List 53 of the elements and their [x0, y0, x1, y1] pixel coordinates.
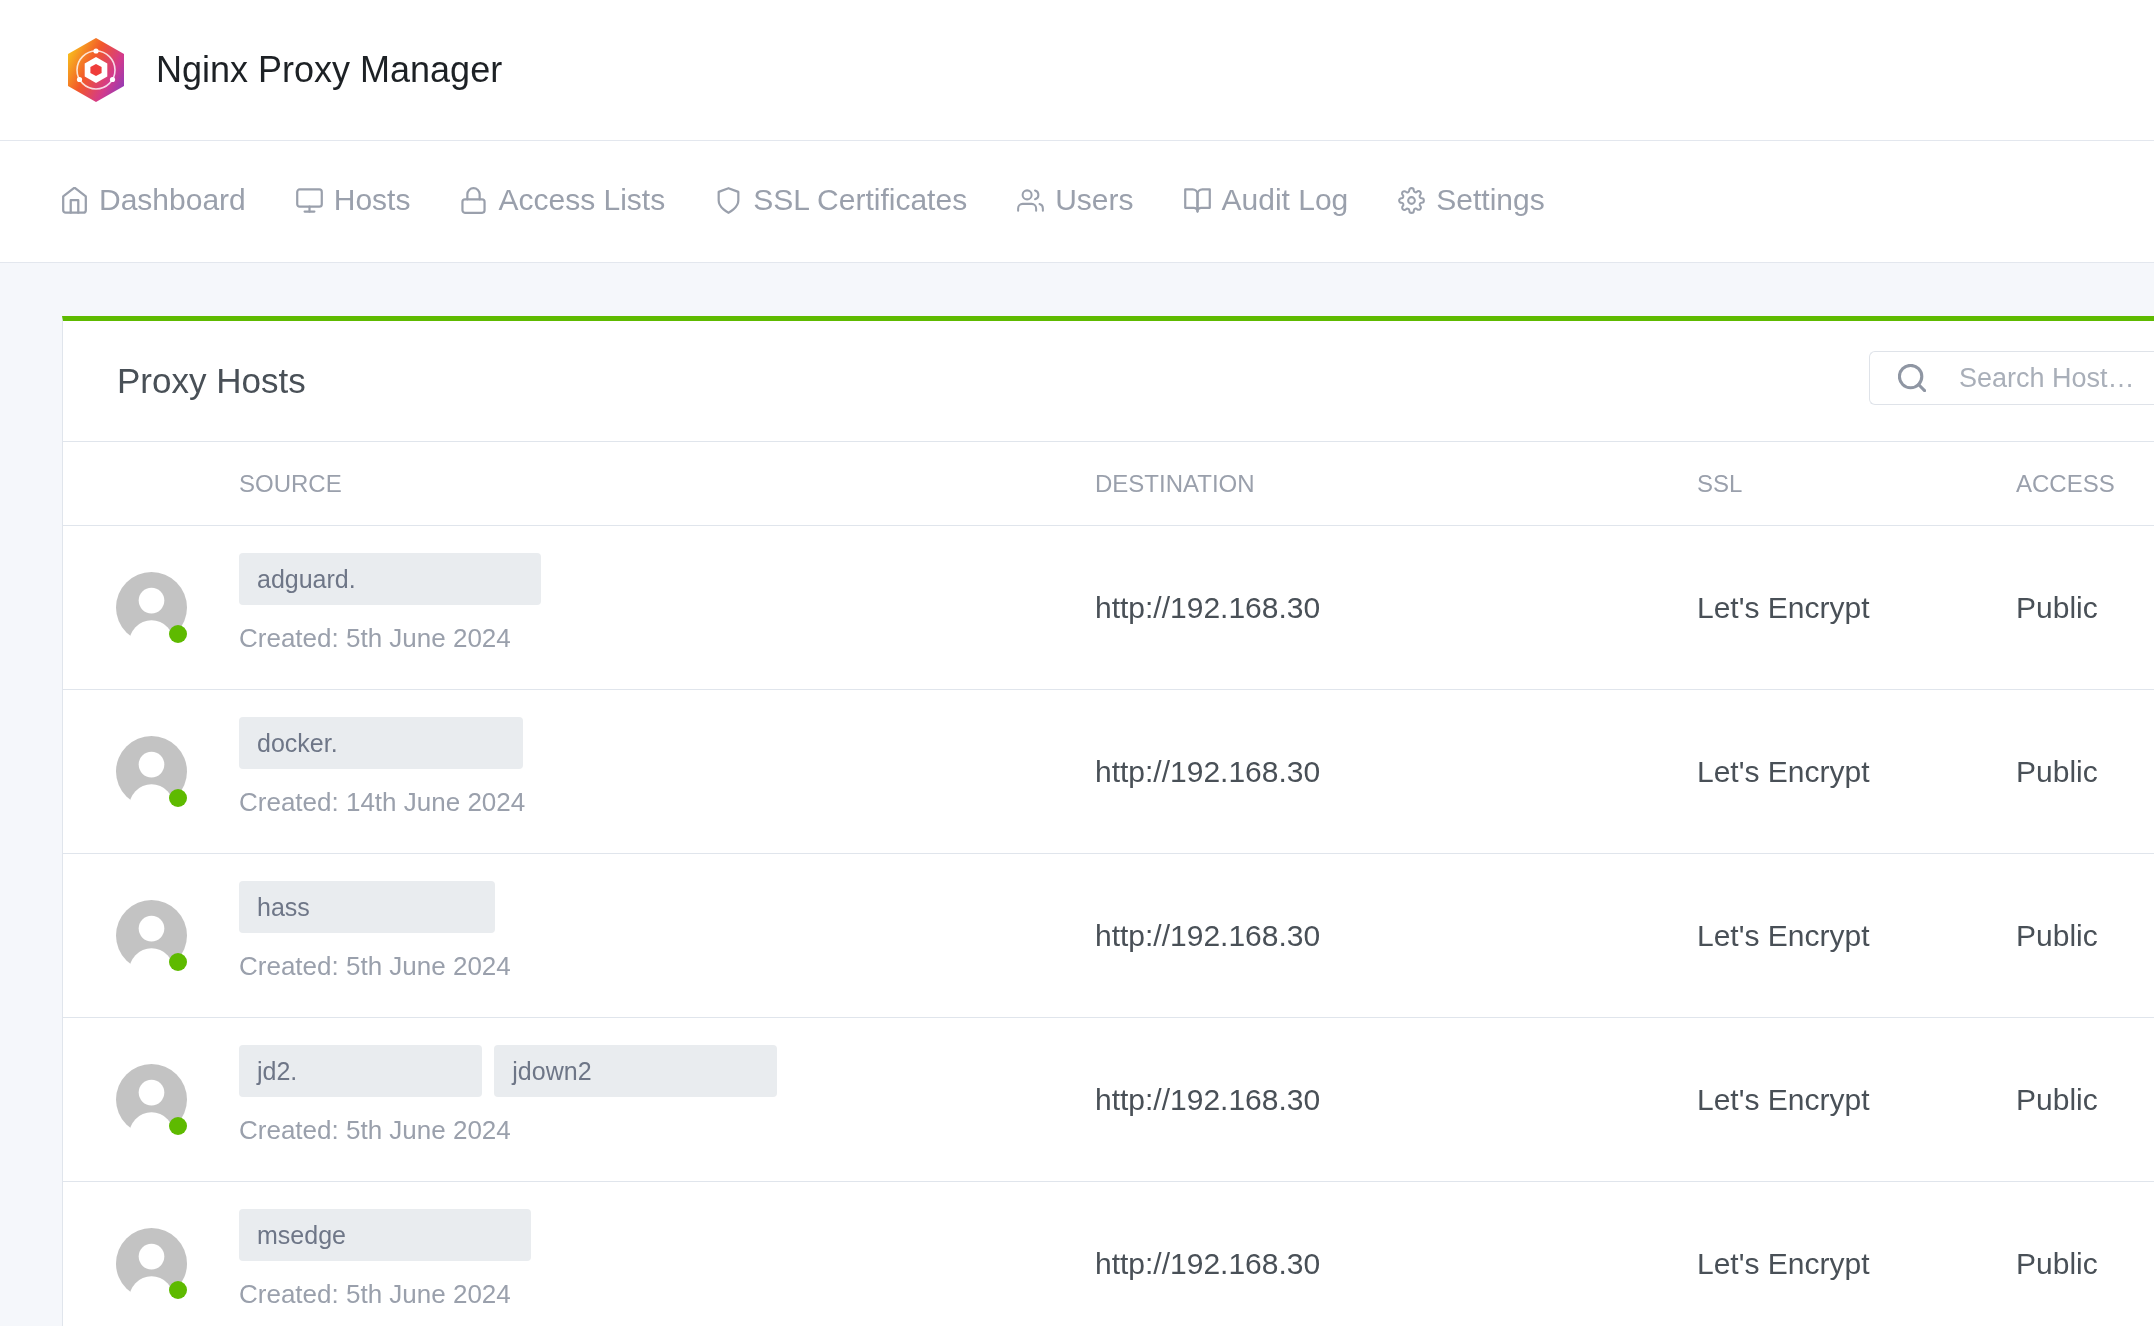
ssl-cell: Let's Encrypt [1697, 754, 1870, 789]
domain-tag: jdown2 [494, 1045, 777, 1097]
destination-cell: http://192.168.30 [1095, 754, 1321, 789]
domain-tag: docker. [239, 717, 523, 769]
domain-tag: jd2. [239, 1045, 483, 1097]
settings-icon [1398, 186, 1426, 214]
card-title: Proxy Hosts [117, 361, 306, 401]
search-field[interactable]: Search Host… [1869, 351, 2154, 405]
ssl-cell: Let's Encrypt [1697, 1246, 1870, 1281]
app-title: Nginx Proxy Manager [156, 49, 503, 91]
destination-cell: http://192.168.30 [1095, 1082, 1321, 1117]
created-date: Created: 5th June 2024 [239, 623, 511, 653]
hexagon-logo-icon [66, 38, 126, 102]
access-cell: Public [2016, 918, 2098, 953]
domain-tag: adguard. [239, 553, 541, 605]
avatar-icon [116, 900, 187, 971]
search-icon [1898, 364, 1926, 392]
nav-link[interactable]: SSL Certificates [715, 175, 968, 228]
access-cell: Public [2016, 590, 2098, 625]
ssl-cell: Let's Encrypt [1697, 590, 1870, 625]
nav-link[interactable]: Dashboard [61, 175, 246, 228]
nav-link[interactable]: Hosts [295, 175, 411, 228]
lock-icon [460, 186, 488, 214]
column-header: SSL [1697, 469, 1743, 498]
avatar-icon [116, 1228, 187, 1299]
open-book-icon [1183, 186, 1211, 214]
users-icon [1017, 186, 1045, 214]
destination-cell: http://192.168.30 [1095, 1246, 1321, 1281]
ssl-cell: Let's Encrypt [1697, 918, 1870, 953]
column-header: SOURCE [239, 469, 342, 498]
domain-tag: hass [239, 881, 495, 933]
avatar-icon [116, 572, 187, 643]
destination-cell: http://192.168.30 [1095, 590, 1321, 625]
nav-link[interactable]: Settings [1398, 175, 1545, 228]
created-date: Created: 5th June 2024 [239, 1115, 511, 1145]
domain-tag: msedge [239, 1209, 531, 1261]
access-cell: Public [2016, 754, 2098, 789]
created-date: Created: 5th June 2024 [239, 951, 511, 981]
home-icon [61, 186, 88, 214]
column-header: DESTINATION [1095, 469, 1255, 498]
nav-link[interactable]: Audit Log [1183, 175, 1349, 228]
access-cell: Public [2016, 1082, 2098, 1117]
column-header: ACCESS [2016, 469, 2115, 498]
ssl-cell: Let's Encrypt [1697, 1082, 1870, 1117]
avatar-icon [116, 736, 187, 807]
monitor-icon [295, 186, 323, 214]
destination-cell: http://192.168.30 [1095, 918, 1321, 953]
avatar-icon [116, 1064, 187, 1135]
nav-link[interactable]: Access Lists [460, 175, 666, 228]
nav-link[interactable]: Users [1017, 175, 1134, 228]
created-date: Created: 5th June 2024 [239, 1279, 511, 1309]
access-cell: Public [2016, 1246, 2098, 1281]
created-date: Created: 14th June 2024 [239, 787, 526, 817]
